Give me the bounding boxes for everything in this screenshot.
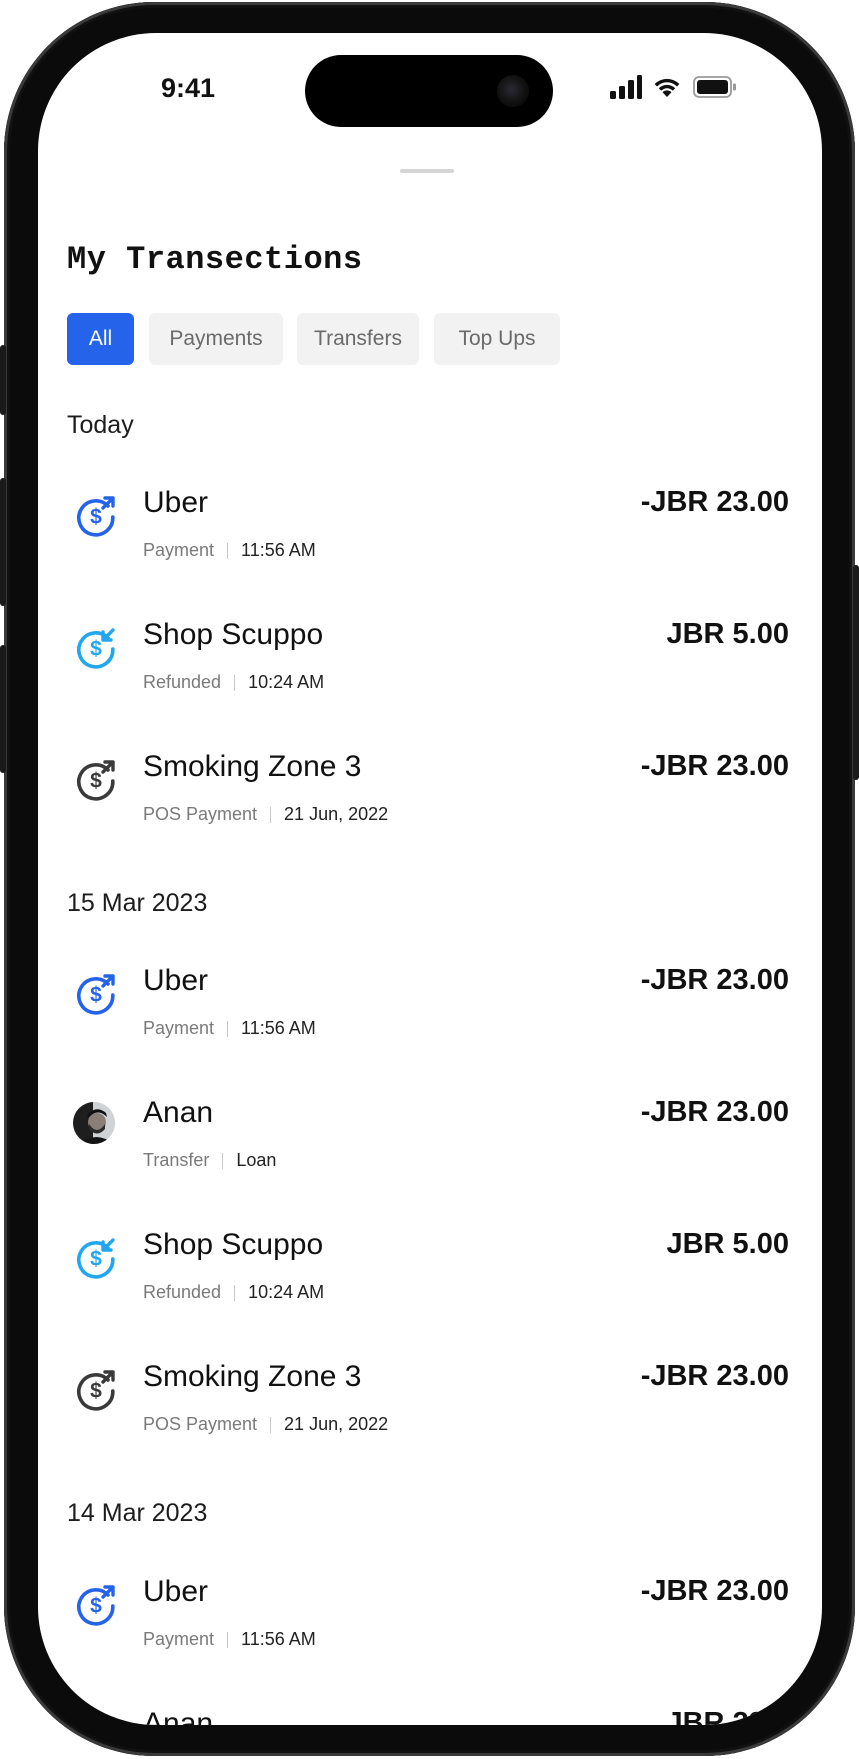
payment-out-icon: $ <box>77 1585 115 1626</box>
transaction-amount: JBR 5.00 <box>666 1228 789 1260</box>
svg-text:$: $ <box>90 506 102 529</box>
tab-top-ups[interactable]: Top Ups <box>434 313 560 365</box>
transaction-time: 10:24 AM <box>248 1282 325 1302</box>
avatar <box>73 1102 115 1144</box>
transaction-type: Refunded <box>143 672 222 692</box>
transaction-meta: POS Payment 21 Jun, 2022 <box>143 1414 388 1435</box>
transaction-name: Smoking Zone 3 <box>143 1360 362 1393</box>
transaction-amount: JBR 23.0 <box>666 1707 789 1725</box>
meta-divider <box>234 674 236 691</box>
wifi-icon <box>654 78 680 97</box>
transaction-row[interactable]: $ Shop Scuppo Refunded 10:24 AM JBR 5.00 <box>67 1226 789 1318</box>
dynamic-island <box>305 55 553 127</box>
transaction-time: 11:56 AM <box>241 540 316 560</box>
transaction-note: Loan <box>236 1150 277 1170</box>
volume-down-button <box>0 645 6 773</box>
power-button <box>853 565 859 780</box>
meta-divider <box>234 1284 236 1301</box>
transaction-type: POS Payment <box>143 1414 258 1434</box>
pos-payment-icon: $ <box>77 1370 115 1411</box>
payment-out-icon: $ <box>77 974 115 1015</box>
meta-divider <box>227 1020 229 1037</box>
svg-text:$: $ <box>90 638 102 661</box>
transaction-type: Payment <box>143 540 215 560</box>
payment-out-icon: $ <box>77 496 115 537</box>
tab-payments[interactable]: Payments <box>149 313 283 365</box>
page-title: My Transections <box>67 241 363 278</box>
transaction-name: Anan <box>143 1096 214 1129</box>
transaction-time: 11:56 AM <box>241 1629 316 1649</box>
transaction-name: Uber <box>143 1575 209 1608</box>
transaction-row[interactable]: $ Uber Payment 11:56 AM -JBR 23.00 <box>67 962 789 1054</box>
transaction-time: 21 Jun, 2022 <box>284 804 389 824</box>
transaction-row[interactable]: $ Uber Payment 11:56 AM -JBR 23.00 <box>67 1573 789 1665</box>
tab-all[interactable]: All <box>67 313 134 365</box>
transaction-type: POS Payment <box>143 804 258 824</box>
transaction-amount: -JBR 23.00 <box>640 1575 789 1607</box>
transaction-row[interactable]: $ Uber Payment 11:56 AM -JBR 23.00 <box>67 484 789 576</box>
section-date-label: 14 Mar 2023 <box>67 1499 208 1527</box>
transaction-type: Payment <box>143 1018 215 1038</box>
svg-text:$: $ <box>90 770 102 793</box>
meta-divider <box>270 1416 272 1433</box>
transaction-name: Anan <box>143 1707 214 1725</box>
transaction-row[interactable]: $ Smoking Zone 3 POS Payment 21 Jun, 2022… <box>67 748 789 840</box>
transaction-row[interactable]: Anan JBR 23.0 <box>67 1705 789 1725</box>
refund-in-icon: $ <box>77 628 115 669</box>
transaction-meta: Payment 11:56 AM <box>143 540 316 561</box>
transaction-meta: Refunded 10:24 AM <box>143 672 324 693</box>
section-date-label: Today <box>67 411 134 439</box>
svg-text:$: $ <box>90 984 102 1007</box>
transaction-name: Shop Scuppo <box>143 1228 324 1261</box>
transaction-type: Refunded <box>143 1282 222 1302</box>
transaction-amount: -JBR 23.00 <box>640 750 789 782</box>
transaction-meta: Payment 11:56 AM <box>143 1629 316 1650</box>
transaction-row[interactable]: $ Smoking Zone 3 POS Payment 21 Jun, 2022… <box>67 1358 789 1450</box>
svg-text:$: $ <box>90 1595 102 1618</box>
section-date-label: 15 Mar 2023 <box>67 889 208 917</box>
transaction-time: 21 Jun, 2022 <box>284 1414 389 1434</box>
transaction-name: Uber <box>143 964 209 997</box>
meta-divider <box>227 542 229 559</box>
meta-divider <box>222 1152 224 1169</box>
meta-divider <box>270 806 272 823</box>
transaction-row[interactable]: Anan Transfer Loan -JBR 23.00 <box>67 1094 789 1186</box>
action-button <box>0 345 6 415</box>
transaction-type: Payment <box>143 1629 215 1649</box>
tab-transfers[interactable]: Transfers <box>297 313 419 365</box>
camera-icon <box>497 75 529 107</box>
transaction-meta: Transfer Loan <box>143 1150 276 1171</box>
volume-up-button <box>0 478 6 606</box>
transaction-name: Shop Scuppo <box>143 618 324 651</box>
transaction-amount: -JBR 23.00 <box>640 1360 789 1392</box>
screen: 9:41 My Transections All Payments Transf… <box>38 33 822 1725</box>
transaction-type: Transfer <box>143 1150 210 1170</box>
transaction-row[interactable]: $ Shop Scuppo Refunded 10:24 AM JBR 5.00 <box>67 616 789 708</box>
transaction-time: 11:56 AM <box>241 1018 316 1038</box>
svg-text:$: $ <box>90 1248 102 1271</box>
cellular-signal-icon <box>610 75 642 99</box>
transaction-amount: -JBR 23.00 <box>640 964 789 996</box>
avatar <box>73 1713 115 1725</box>
transaction-amount: JBR 5.00 <box>666 618 789 650</box>
transaction-name: Uber <box>143 486 209 519</box>
transaction-meta: Payment 11:56 AM <box>143 1018 316 1039</box>
transaction-amount: -JBR 23.00 <box>640 1096 789 1128</box>
battery-icon <box>693 76 736 98</box>
svg-text:$: $ <box>90 1380 102 1403</box>
transaction-amount: -JBR 23.00 <box>640 486 789 518</box>
sheet-grabber[interactable] <box>400 169 454 173</box>
refund-in-icon: $ <box>77 1238 115 1279</box>
transaction-time: 10:24 AM <box>248 672 325 692</box>
transaction-meta: POS Payment 21 Jun, 2022 <box>143 804 388 825</box>
meta-divider <box>227 1631 229 1648</box>
transaction-meta: Refunded 10:24 AM <box>143 1282 324 1303</box>
transaction-name: Smoking Zone 3 <box>143 750 362 783</box>
pos-payment-icon: $ <box>77 760 115 801</box>
status-time: 9:41 <box>160 73 216 103</box>
